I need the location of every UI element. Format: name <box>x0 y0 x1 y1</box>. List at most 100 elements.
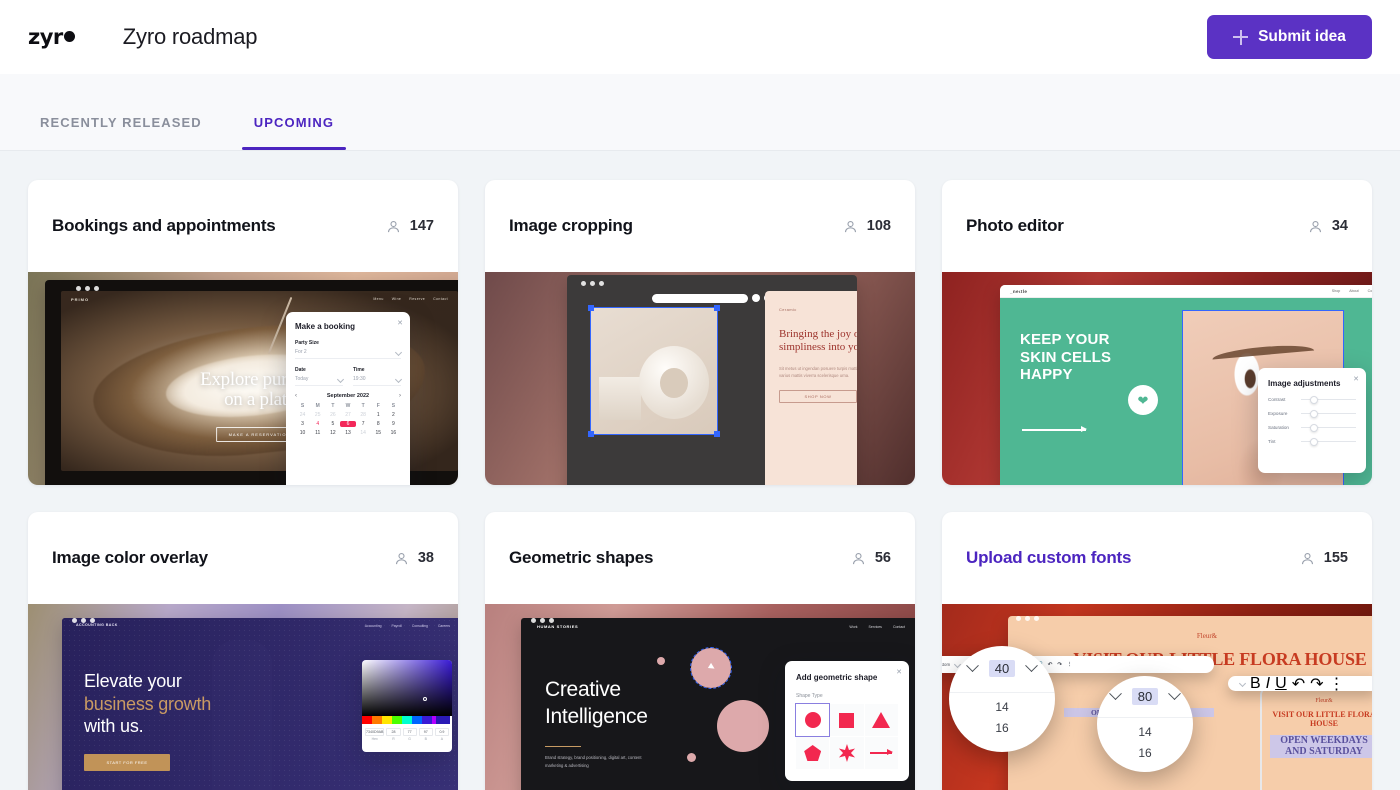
zyro-logo[interactable]: zyr <box>28 25 75 49</box>
chevron-down-icon[interactable] <box>1109 687 1122 700</box>
calendar-day[interactable]: 16 <box>386 430 401 436</box>
color-cursor[interactable] <box>423 697 427 701</box>
chevron-down-icon[interactable] <box>1239 680 1246 687</box>
calendar-grid[interactable]: SMTWTFS242526272812345678910111213141516 <box>295 403 401 436</box>
next-month-icon[interactable]: › <box>399 393 401 399</box>
calendar-day[interactable]: 14 <box>356 430 371 436</box>
party-size-select[interactable]: For 2 <box>295 349 401 359</box>
shape-option-square[interactable] <box>830 704 863 736</box>
slider-knob[interactable] <box>1310 410 1318 418</box>
roadmap-card-color-overlay[interactable]: Image color overlay 38 ACCOUNTING BACK A… <box>28 512 458 790</box>
calendar-day[interactable]: 10 <box>295 430 310 436</box>
slider-track[interactable] <box>1301 399 1356 400</box>
calendar-day[interactable]: 4 <box>310 421 325 427</box>
calendar-day[interactable]: 15 <box>371 430 386 436</box>
roadmap-card-geometric-shapes[interactable]: Geometric shapes 56 HUMAN STORIES Work S… <box>485 512 915 790</box>
roadmap-card-custom-fonts[interactable]: Upload custom fonts 155 Fleur& VISIT OUR… <box>942 512 1372 790</box>
crop-handle[interactable] <box>588 305 594 311</box>
date-select[interactable]: Today <box>295 376 343 386</box>
vote-count[interactable]: 56 <box>851 550 891 566</box>
close-icon[interactable]: ✕ <box>397 319 403 327</box>
vote-count[interactable]: 34 <box>1308 218 1348 234</box>
color-value-fields[interactable]: 7340D9AB Hex 28 R 77 G 97 B <box>362 724 452 745</box>
slider-knob[interactable] <box>1310 424 1318 432</box>
font-size-option[interactable]: 16 <box>995 721 1008 735</box>
font-size-option[interactable]: 14 <box>1138 725 1151 739</box>
calendar-day[interactable]: 28 <box>356 412 371 418</box>
more-options-icon[interactable]: ⋮ <box>1329 674 1345 694</box>
calendar-day[interactable]: 27 <box>340 412 355 418</box>
slider-knob[interactable] <box>1310 396 1318 404</box>
more-options-icon[interactable]: ⋮ <box>1067 662 1072 668</box>
slider-knob[interactable] <box>1310 438 1318 446</box>
font-size-option[interactable]: 16 <box>1138 746 1151 760</box>
calendar-day[interactable]: 26 <box>325 412 340 418</box>
font-size-option[interactable]: 14 <box>995 700 1008 714</box>
calendar-day[interactable]: 5 <box>325 421 340 427</box>
chevron-down-icon[interactable] <box>1168 687 1181 700</box>
underline-icon[interactable]: U <box>1275 675 1287 693</box>
vote-count[interactable]: 108 <box>843 218 891 234</box>
shape-option-circle[interactable] <box>796 704 829 736</box>
slider-saturation[interactable]: Saturation <box>1268 425 1356 430</box>
tab-upcoming[interactable]: UPCOMING <box>242 115 346 150</box>
calendar-day[interactable]: 2 <box>386 412 401 418</box>
slider-contrast[interactable]: Contrast <box>1268 397 1356 402</box>
crop-confirm-icon[interactable] <box>752 294 760 302</box>
close-icon[interactable]: ✕ <box>896 668 902 676</box>
calendar-day[interactable]: 7 <box>356 421 371 427</box>
redo-icon[interactable]: ↷ <box>1310 674 1323 694</box>
italic-icon[interactable]: I <box>1266 675 1270 693</box>
hex-field[interactable]: 7340D9AB Hex <box>365 728 384 741</box>
slider-tint[interactable]: Tint <box>1268 439 1356 444</box>
time-select[interactable]: 19:30 <box>353 376 401 386</box>
tab-recently-released[interactable]: RECENTLY RELEASED <box>28 115 214 150</box>
slider-track[interactable] <box>1301 413 1356 414</box>
calendar-day[interactable]: 24 <box>295 412 310 418</box>
slider-exposure[interactable]: Exposure <box>1268 411 1356 416</box>
vote-count[interactable]: 147 <box>386 218 434 234</box>
crop-handle[interactable] <box>714 431 720 437</box>
shape-option-triangle[interactable] <box>865 704 898 736</box>
text-editor-toolbar-secondary[interactable]: B I U ↶ ↷ ⋮ <box>1228 676 1372 691</box>
calendar-day[interactable]: 1 <box>371 412 386 418</box>
calendar-day[interactable]: 11 <box>310 430 325 436</box>
roadmap-card-image-cropping[interactable]: Image cropping 108 <box>485 180 915 485</box>
roadmap-card-bookings[interactable]: Bookings and appointments 147 PRIMO Menu… <box>28 180 458 485</box>
undo-icon[interactable]: ↶ <box>1292 674 1305 694</box>
b-field[interactable]: 97 B <box>419 728 433 741</box>
font-size-magnifier-1[interactable]: 40 14 16 <box>949 646 1055 752</box>
crop-handle[interactable] <box>714 305 720 311</box>
zoom-slider[interactable] <box>652 294 748 303</box>
shape-option-arrow[interactable] <box>865 737 898 769</box>
a-field[interactable]: 0.9 A <box>435 728 449 741</box>
prev-month-icon[interactable]: ‹ <box>295 393 297 399</box>
vote-count[interactable]: 155 <box>1300 550 1348 566</box>
crop-canvas[interactable] <box>591 308 717 434</box>
close-icon[interactable]: ✕ <box>1353 375 1359 383</box>
redo-icon[interactable]: ↷ <box>1057 662 1062 668</box>
r-field[interactable]: 28 R <box>386 728 400 741</box>
chevron-down-icon[interactable] <box>1025 660 1038 673</box>
calendar-day[interactable]: 6 <box>340 421 355 427</box>
calendar-day[interactable]: 8 <box>371 421 386 427</box>
vote-count[interactable]: 38 <box>394 550 434 566</box>
roadmap-card-photo-editor[interactable]: Photo editor 34 _nettle Shop About Conta… <box>942 180 1372 485</box>
calendar-day[interactable]: 3 <box>295 421 310 427</box>
chevron-down-icon[interactable] <box>966 660 979 673</box>
calendar-day[interactable]: 9 <box>386 421 401 427</box>
slider-track[interactable] <box>1301 441 1356 442</box>
color-picker-panel[interactable]: 7340D9AB Hex 28 R 77 G 97 B <box>362 660 452 752</box>
submit-idea-button[interactable]: Submit idea <box>1207 15 1372 59</box>
saturation-area[interactable] <box>362 660 452 716</box>
font-size-magnifier-2[interactable]: 80 14 16 <box>1097 676 1193 772</box>
shape-option-pentagon[interactable] <box>796 737 829 769</box>
bold-icon[interactable]: B <box>1250 675 1261 693</box>
calendar-day[interactable]: 13 <box>340 430 355 436</box>
undo-icon[interactable]: ↶ <box>1048 662 1053 668</box>
slider-track[interactable] <box>1301 427 1356 428</box>
crop-handle[interactable] <box>588 431 594 437</box>
calendar-day[interactable]: 12 <box>325 430 340 436</box>
calendar-day[interactable]: 25 <box>310 412 325 418</box>
g-field[interactable]: 77 G <box>403 728 417 741</box>
